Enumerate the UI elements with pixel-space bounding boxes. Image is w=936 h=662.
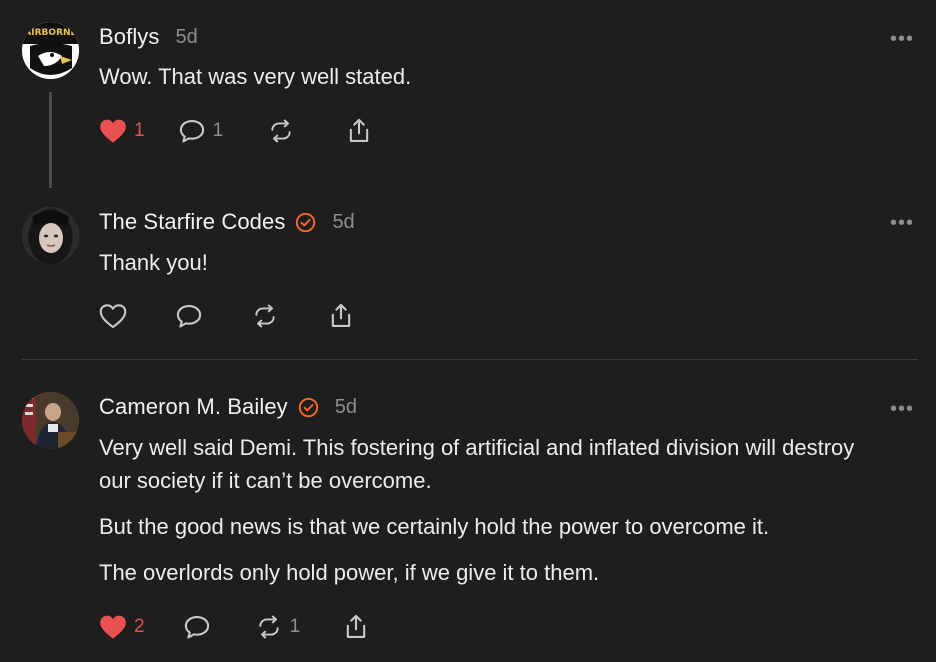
share-icon <box>342 613 370 641</box>
reply-button[interactable] <box>175 303 203 329</box>
restack-icon <box>255 614 283 640</box>
verified-icon <box>298 397 319 418</box>
restack-button[interactable] <box>251 303 279 329</box>
comment-actions <box>99 301 355 331</box>
avatar[interactable] <box>22 392 79 449</box>
comment-text: The overlords only hold power, if we giv… <box>99 560 600 585</box>
share-button[interactable] <box>342 613 370 641</box>
more-icon[interactable]: ••• <box>890 398 914 421</box>
like-count: 2 <box>134 616 145 637</box>
comment-text: Very well said Demi. This fostering of a… <box>99 435 855 493</box>
like-count: 1 <box>134 120 145 141</box>
author-name[interactable]: Cameron M. Bailey <box>99 394 288 420</box>
share-button[interactable] <box>327 302 355 330</box>
comment-body: Very well said Demi. This fostering of a… <box>99 431 889 602</box>
like-button[interactable]: 1 <box>99 118 145 144</box>
more-icon[interactable]: ••• <box>890 212 914 235</box>
share-button[interactable] <box>345 117 373 145</box>
heart-icon <box>99 303 127 329</box>
avatar[interactable] <box>22 207 79 264</box>
more-icon[interactable]: ••• <box>890 28 914 51</box>
comment-header: Cameron M. Bailey 5d <box>99 394 357 420</box>
comment-icon <box>175 303 203 329</box>
restack-button[interactable] <box>267 118 295 144</box>
like-button[interactable]: 2 <box>99 614 145 640</box>
timestamp[interactable]: 5d <box>176 26 198 49</box>
heart-icon <box>99 118 127 144</box>
comment-actions: 2 1 <box>99 612 370 642</box>
reply-button[interactable] <box>183 614 211 640</box>
reply-button[interactable]: 1 <box>178 118 224 144</box>
share-icon <box>345 117 373 145</box>
author-name[interactable]: The Starfire Codes <box>99 209 285 235</box>
reply-count: 1 <box>212 120 224 141</box>
author-name[interactable]: Boflys <box>99 24 160 50</box>
restack-button[interactable]: 1 <box>255 614 301 640</box>
comment-body: Thank you! <box>99 246 889 292</box>
verified-icon <box>295 212 316 233</box>
comment-body: Wow. That was very well stated. <box>99 60 889 106</box>
thread-line <box>49 92 52 188</box>
avatar-logo-text: AIRBORNE <box>24 28 76 38</box>
timestamp[interactable]: 5d <box>335 396 357 419</box>
share-icon <box>327 302 355 330</box>
divider <box>22 359 918 360</box>
comment-icon <box>178 118 206 144</box>
comment-actions: 1 1 <box>99 116 373 146</box>
comment-text: But the good news is that we certainly h… <box>99 514 770 539</box>
avatar[interactable]: AIRBORNE <box>22 22 79 79</box>
comment-text: Wow. That was very well stated. <box>99 64 412 89</box>
heart-icon <box>99 614 127 640</box>
comment-header: Boflys 5d <box>99 24 198 50</box>
like-button[interactable] <box>99 303 127 329</box>
restack-icon <box>251 303 279 329</box>
comment-text: Thank you! <box>99 250 208 275</box>
restack-count: 1 <box>289 616 301 637</box>
comment-header: The Starfire Codes 5d <box>99 209 355 235</box>
comment-icon <box>183 614 211 640</box>
restack-icon <box>267 118 295 144</box>
timestamp[interactable]: 5d <box>332 211 354 234</box>
